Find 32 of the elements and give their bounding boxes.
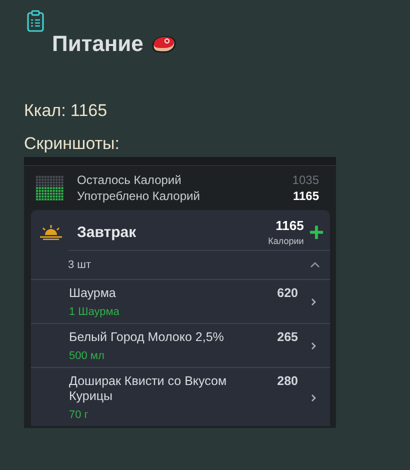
meal-title: Завтрак — [77, 224, 138, 240]
food-calories: 265 — [277, 330, 298, 344]
clipboard-icon — [27, 10, 44, 32]
food-portion: 500 мл — [69, 350, 106, 362]
food-portion: 1 Шаурма — [69, 306, 120, 318]
food-item[interactable]: Шаурма 620 1 Шаурма — [31, 279, 330, 323]
food-portion: 70 г — [69, 409, 90, 421]
meal-calories: 1165 — [276, 218, 304, 233]
page-title: Питание — [52, 31, 144, 57]
steak-icon — [151, 34, 178, 54]
chevron-right-icon — [311, 342, 316, 350]
summary-label: Употреблено Калорий — [77, 189, 200, 203]
meal-calories-label: Калории — [268, 236, 304, 246]
calorie-grid-icon — [36, 174, 64, 202]
calories-text: Ккал: 1165 — [24, 100, 108, 122]
screenshots-label: Скриншоты: — [24, 133, 121, 155]
summary-value: 1035 — [292, 173, 319, 187]
chevron-right-icon — [311, 394, 316, 402]
food-item[interactable]: Доширак Квисти со Вкусом Курицы 280 70 г — [31, 367, 330, 426]
food-name: Белый Город Молоко 2,5% — [69, 330, 224, 345]
summary-label: Осталось Калорий — [77, 173, 182, 187]
food-item[interactable]: Белый Город Молоко 2,5% 265 500 мл — [31, 323, 330, 367]
summary-value: 1165 — [292, 189, 319, 203]
add-button[interactable]: + — [304, 221, 324, 243]
food-calories: 280 — [277, 374, 298, 388]
food-name: Доширак Квисти со Вкусом Курицы — [69, 374, 228, 404]
sunrise-icon — [40, 224, 62, 240]
food-name: Шаурма — [69, 286, 116, 301]
chevron-right-icon — [311, 298, 316, 306]
chevron-icon[interactable] — [310, 262, 320, 268]
item-count: 3 шт — [68, 259, 92, 271]
food-calories: 620 — [277, 286, 298, 300]
